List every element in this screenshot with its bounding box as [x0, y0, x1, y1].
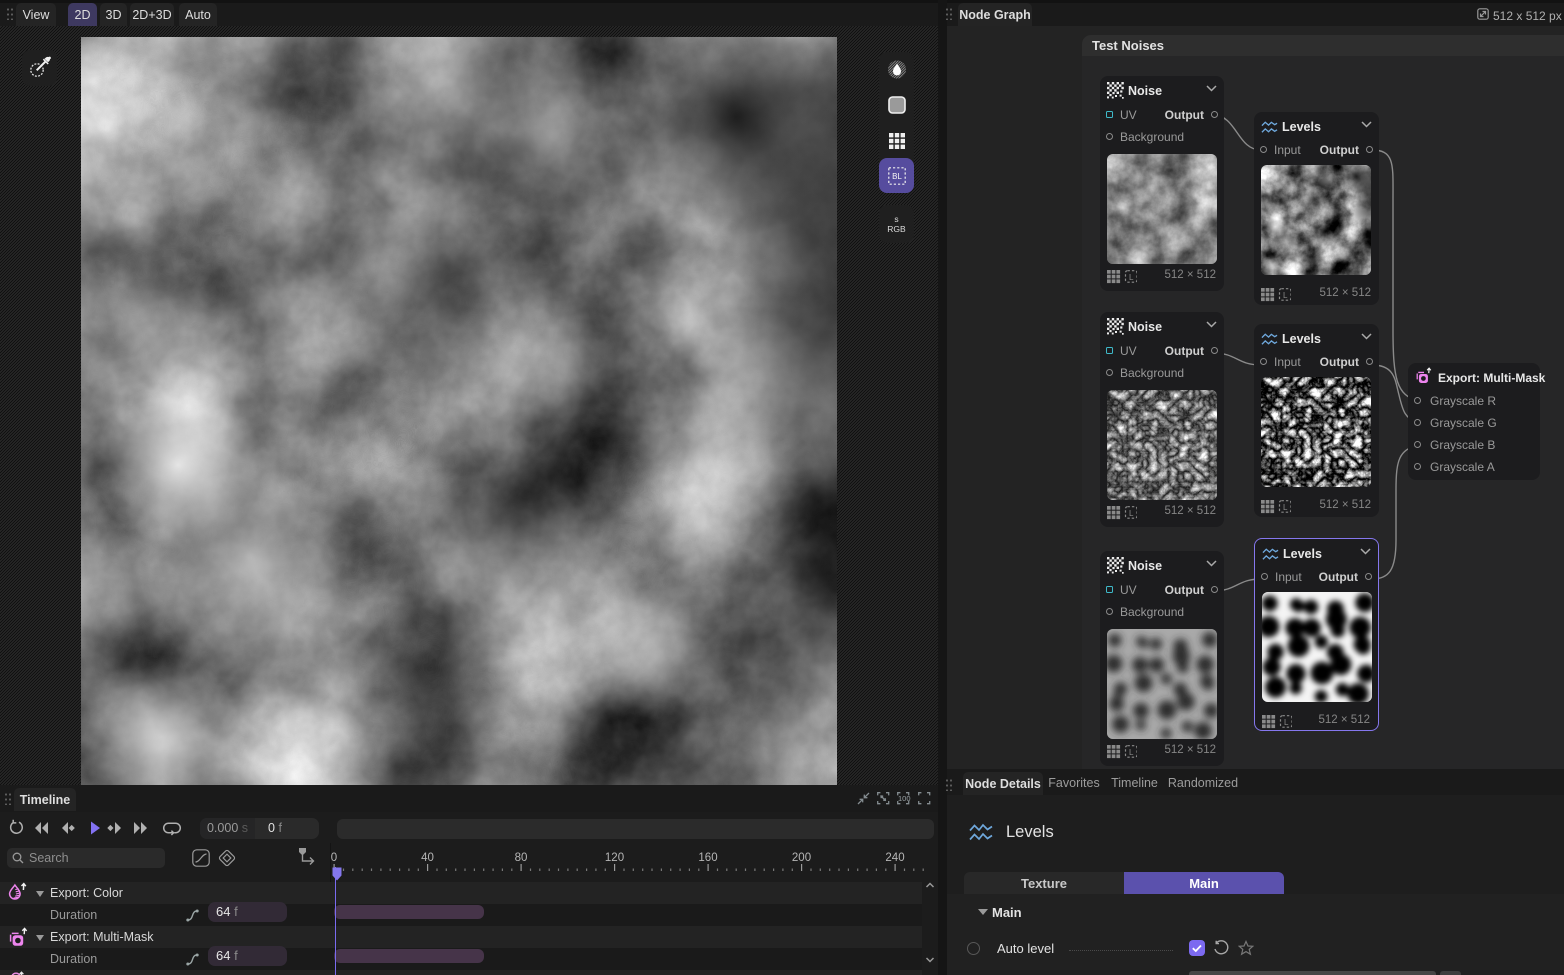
svg-text:0: 0 — [331, 852, 337, 864]
svg-text:L: L — [1129, 748, 1134, 757]
svg-text:120: 120 — [605, 852, 624, 864]
svg-text:200: 200 — [792, 852, 811, 864]
svg-text:BL: BL — [892, 172, 902, 181]
svg-text:L: L — [1283, 291, 1288, 300]
svg-text:80: 80 — [515, 852, 528, 864]
svg-text:40: 40 — [421, 852, 434, 864]
svg-text:L: L — [1129, 509, 1134, 518]
svg-text:240: 240 — [885, 852, 904, 864]
svg-text:160: 160 — [698, 852, 717, 864]
svg-text:L: L — [1129, 273, 1134, 282]
svg-text:L: L — [1284, 718, 1289, 727]
svg-text:L: L — [1283, 503, 1288, 512]
